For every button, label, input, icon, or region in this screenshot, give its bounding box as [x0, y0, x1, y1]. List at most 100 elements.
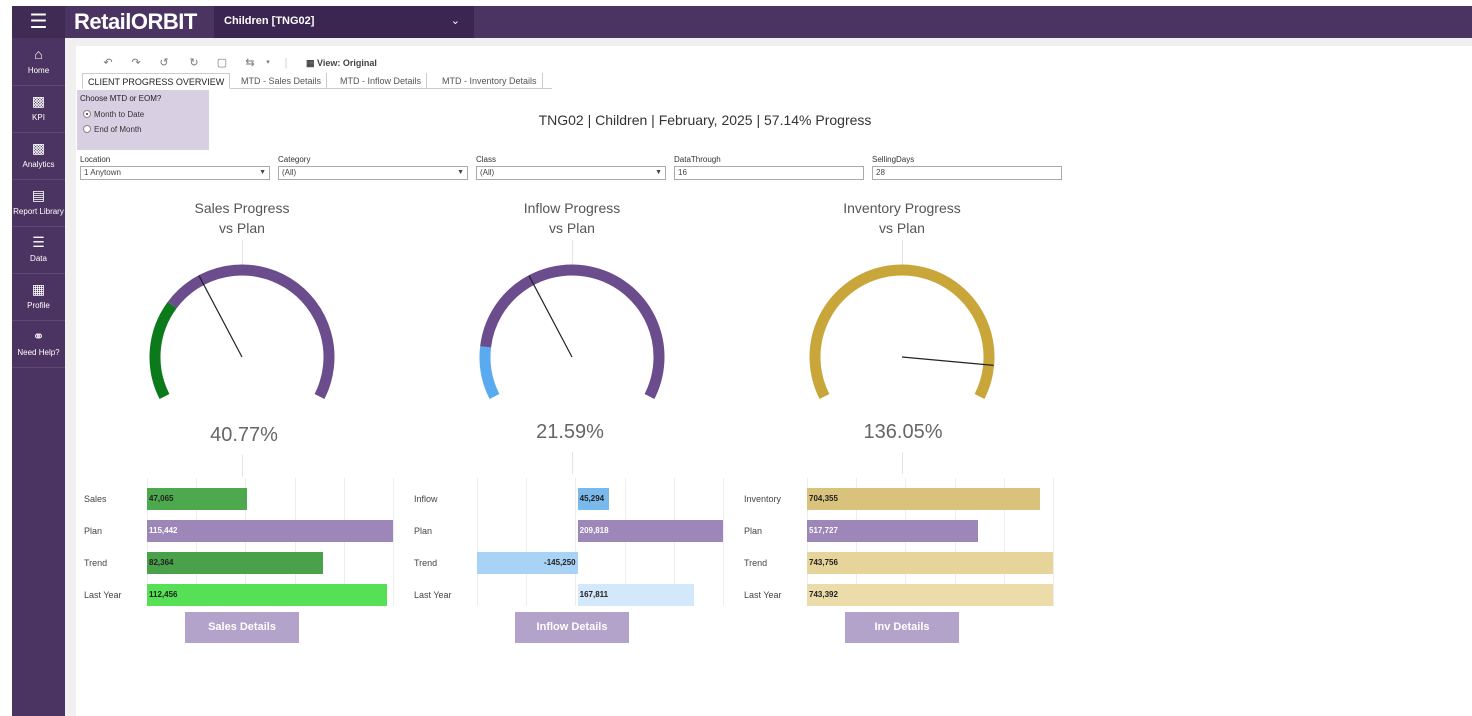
- bar-category-label: Trend: [84, 558, 108, 568]
- gauge-actual-arc: [809, 264, 995, 399]
- app-window: ☰ RetailORBIT Children [TNG02] ⌄ ⌂ Home …: [0, 0, 1472, 716]
- filter-label: SellingDays: [872, 155, 915, 164]
- bar-plan: [147, 520, 393, 542]
- location-dropdown[interactable]: 1 Anytown ▼: [80, 166, 270, 180]
- brand-logo: RetailORBIT: [74, 9, 197, 34]
- home-icon: ⌂: [34, 46, 43, 62]
- bar-value-label: 82,364: [149, 558, 174, 567]
- sidebar-item-data[interactable]: ☰ Data: [12, 228, 65, 274]
- share-link-icon[interactable]: ⇆: [242, 56, 258, 70]
- dashboard-tabs: CLIENT PROGRESS OVERVIEW MTD - Sales Det…: [82, 73, 552, 89]
- gauge-needle: [901, 356, 994, 366]
- mtd-eom-selector: Choose MTD or EOM? Month to Date End of …: [77, 90, 209, 150]
- refresh-data-icon[interactable]: ↻: [186, 56, 202, 70]
- bar-last-year: [807, 584, 1053, 606]
- bar-last-year: [147, 584, 387, 606]
- sidebar-item-profile[interactable]: ▦ Profile: [12, 275, 65, 321]
- sidebar-item-label: KPI: [32, 113, 45, 122]
- datathrough-input[interactable]: 16: [674, 166, 864, 180]
- bar-gridline: [723, 478, 724, 606]
- gauge-svg: [149, 264, 335, 399]
- filter-label: Category: [278, 155, 311, 164]
- filter-sellingdays: SellingDays 28: [872, 154, 1062, 180]
- filter-value: 1 Anytown: [84, 168, 121, 177]
- gauge-title-line: vs Plan: [549, 220, 595, 236]
- bar-category-label: Plan: [414, 526, 433, 536]
- bar-value-label: -145,250: [544, 558, 576, 567]
- gauge-guide-line: [242, 455, 243, 477]
- inflow-gauge-value: 21.59%: [536, 421, 604, 443]
- sales-gauge-title: Sales Progress vs Plan: [132, 198, 352, 238]
- gauge-guide-line: [572, 452, 573, 474]
- sidebar-item-analytics[interactable]: ▩ Analytics: [12, 134, 65, 180]
- tab-mtd-inventory-details[interactable]: MTD - Inventory Details: [437, 73, 543, 89]
- tab-mtd-inflow-details[interactable]: MTD - Inflow Details: [335, 73, 428, 89]
- bar-gridline: [575, 478, 577, 606]
- sidebar-item-home[interactable]: ⌂ Home: [12, 40, 65, 86]
- bar-value-label: 517,727: [809, 526, 838, 535]
- undo-icon[interactable]: ↶: [100, 56, 116, 70]
- bar-gridline: [393, 478, 394, 606]
- inflow-gauge-title: Inflow Progress vs Plan: [462, 198, 682, 238]
- sales-details-button[interactable]: Sales Details: [185, 612, 299, 643]
- bar-value-label: 167,811: [579, 590, 609, 599]
- view-original-button[interactable]: ▦ View: Original: [306, 56, 377, 70]
- help-headset-icon: ⚭: [32, 328, 45, 344]
- dropdown-arrow-icon: ▼: [655, 169, 662, 176]
- inflow-progress-gauge: [472, 262, 672, 412]
- radio-end-of-month[interactable]: End of Month: [83, 125, 142, 134]
- radio-unselected-icon: [83, 125, 91, 133]
- hamburger-menu-icon[interactable]: ☰: [12, 6, 65, 38]
- gauge-remaining-arc: [480, 264, 665, 399]
- sellingdays-input[interactable]: 28: [872, 166, 1062, 180]
- inflow-bar-chart: Inflow 45,294 Plan 209,818 Trend -145,250 Last…: [410, 478, 735, 606]
- sidebar-item-report-library[interactable]: ▤ Report Library: [12, 181, 65, 227]
- bar-inventory: [807, 488, 1040, 510]
- dropdown-arrow-icon: ▼: [259, 169, 266, 176]
- sidebar-item-label: Analytics: [22, 160, 55, 169]
- tab-client-progress-overview[interactable]: CLIENT PROGRESS OVERVIEW: [82, 73, 231, 89]
- pause-updates-icon[interactable]: ▢: [214, 56, 230, 70]
- bar-category-label: Last Year: [414, 590, 452, 600]
- filter-value: 16: [678, 168, 687, 177]
- gauge-needle: [528, 275, 573, 358]
- mtd-selector-title: Choose MTD or EOM?: [80, 94, 162, 103]
- gauge-title-line: Sales Progress: [194, 200, 290, 216]
- bar-category-label: Plan: [84, 526, 103, 536]
- filter-value: (All): [282, 168, 297, 177]
- filter-value: 28: [876, 168, 885, 177]
- gauge-remaining-arc: [167, 264, 335, 399]
- data-list-icon: ☰: [32, 234, 45, 250]
- profile-grid-icon: ▦: [31, 281, 46, 297]
- inflow-details-button[interactable]: Inflow Details: [515, 612, 629, 643]
- sidebar-item-label: Home: [27, 66, 50, 75]
- bar-category-label: Last Year: [84, 590, 122, 600]
- filter-datathrough: DataThrough 16: [674, 154, 864, 180]
- page-title: TNG02 | Children | February, 2025 | 57.1…: [538, 112, 872, 128]
- analytics-icon: ▩: [31, 140, 46, 156]
- workspace-selector[interactable]: Children [TNG02] ⌄: [214, 6, 474, 38]
- revert-icon[interactable]: ↺: [156, 56, 172, 70]
- tab-mtd-sales-details[interactable]: MTD - Sales Details: [236, 73, 328, 89]
- redo-icon[interactable]: ↷: [128, 56, 144, 70]
- sidebar-item-label: Report Library: [13, 207, 64, 216]
- chevron-down-icon: ⌄: [450, 15, 460, 27]
- chevron-down-icon[interactable]: ▾: [260, 56, 276, 70]
- bar-category-label: Inflow: [414, 494, 438, 504]
- class-dropdown[interactable]: (All) ▼: [476, 166, 666, 180]
- dropdown-arrow-icon: ▼: [457, 169, 464, 176]
- inventory-progress-gauge: [802, 262, 1002, 412]
- category-dropdown[interactable]: (All) ▼: [278, 166, 468, 180]
- sidebar-item-need-help[interactable]: ⚭ Need Help?: [12, 322, 65, 368]
- inv-details-button[interactable]: Inv Details: [845, 612, 959, 643]
- bar-value-label: 112,456: [149, 590, 178, 599]
- bar-value-label: 743,392: [809, 590, 838, 599]
- bar-category-label: Sales: [84, 494, 107, 504]
- sales-bar-chart: Sales 47,065 Plan 115,442 Trend 82,364 Last Ye…: [80, 478, 405, 606]
- sidebar-item-kpi[interactable]: ▩ KPI: [12, 87, 65, 133]
- radio-month-to-date[interactable]: Month to Date: [83, 110, 144, 119]
- filter-value: (All): [480, 168, 495, 177]
- bar-value-label: 704,355: [809, 494, 838, 503]
- bar-value-label: 45,294: [579, 494, 605, 503]
- sales-gauge-value: 40.77%: [210, 424, 278, 446]
